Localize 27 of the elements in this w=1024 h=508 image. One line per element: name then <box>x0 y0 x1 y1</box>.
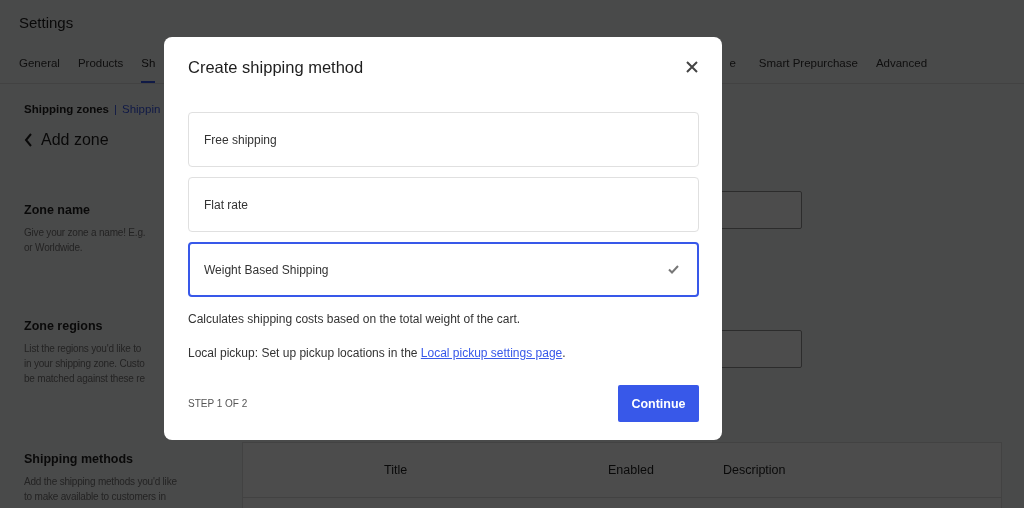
section-title: Zone regions <box>24 319 103 333</box>
page-heading: Add zone <box>41 131 109 149</box>
tab[interactable]: Smart Prepurchase <box>758 57 858 83</box>
tab[interactable]: e <box>729 57 736 83</box>
column-header: Description <box>723 463 787 477</box>
section-title: Zone name <box>24 203 90 217</box>
method-description: Calculates shipping costs based on the total weight of the cart. <box>188 312 522 326</box>
breadcrumb-link[interactable]: Shippin <box>122 103 161 115</box>
pickup-note: Local pickup: Set up pickup locations in the Local pickup settings page. <box>188 346 567 360</box>
shipping-method-option[interactable]: Weight Based Shipping <box>188 242 699 297</box>
tab[interactable]: Products <box>77 57 124 83</box>
breadcrumb-current[interactable]: Shipping zones <box>24 103 109 115</box>
dialog-title: Create shipping method <box>188 57 364 77</box>
shipping-method-option[interactable]: Flat rate <box>188 177 699 232</box>
column-header: Enabled <box>608 463 655 477</box>
column-header: Title <box>384 463 409 477</box>
continue-button[interactable]: Continue <box>618 385 699 422</box>
section-title: Shipping methods <box>24 452 134 466</box>
shipping-method-option[interactable]: Free shipping <box>188 112 699 167</box>
breadcrumb-separator: | <box>114 103 117 115</box>
close-button[interactable] <box>685 60 699 74</box>
close-icon <box>685 60 699 74</box>
tab[interactable]: General <box>19 57 60 83</box>
tab[interactable]: Advanced <box>875 57 928 83</box>
checkmark-icon <box>668 265 679 274</box>
page-title: Settings <box>19 14 75 31</box>
step-indicator: STEP 1 OF 2 <box>188 398 248 409</box>
